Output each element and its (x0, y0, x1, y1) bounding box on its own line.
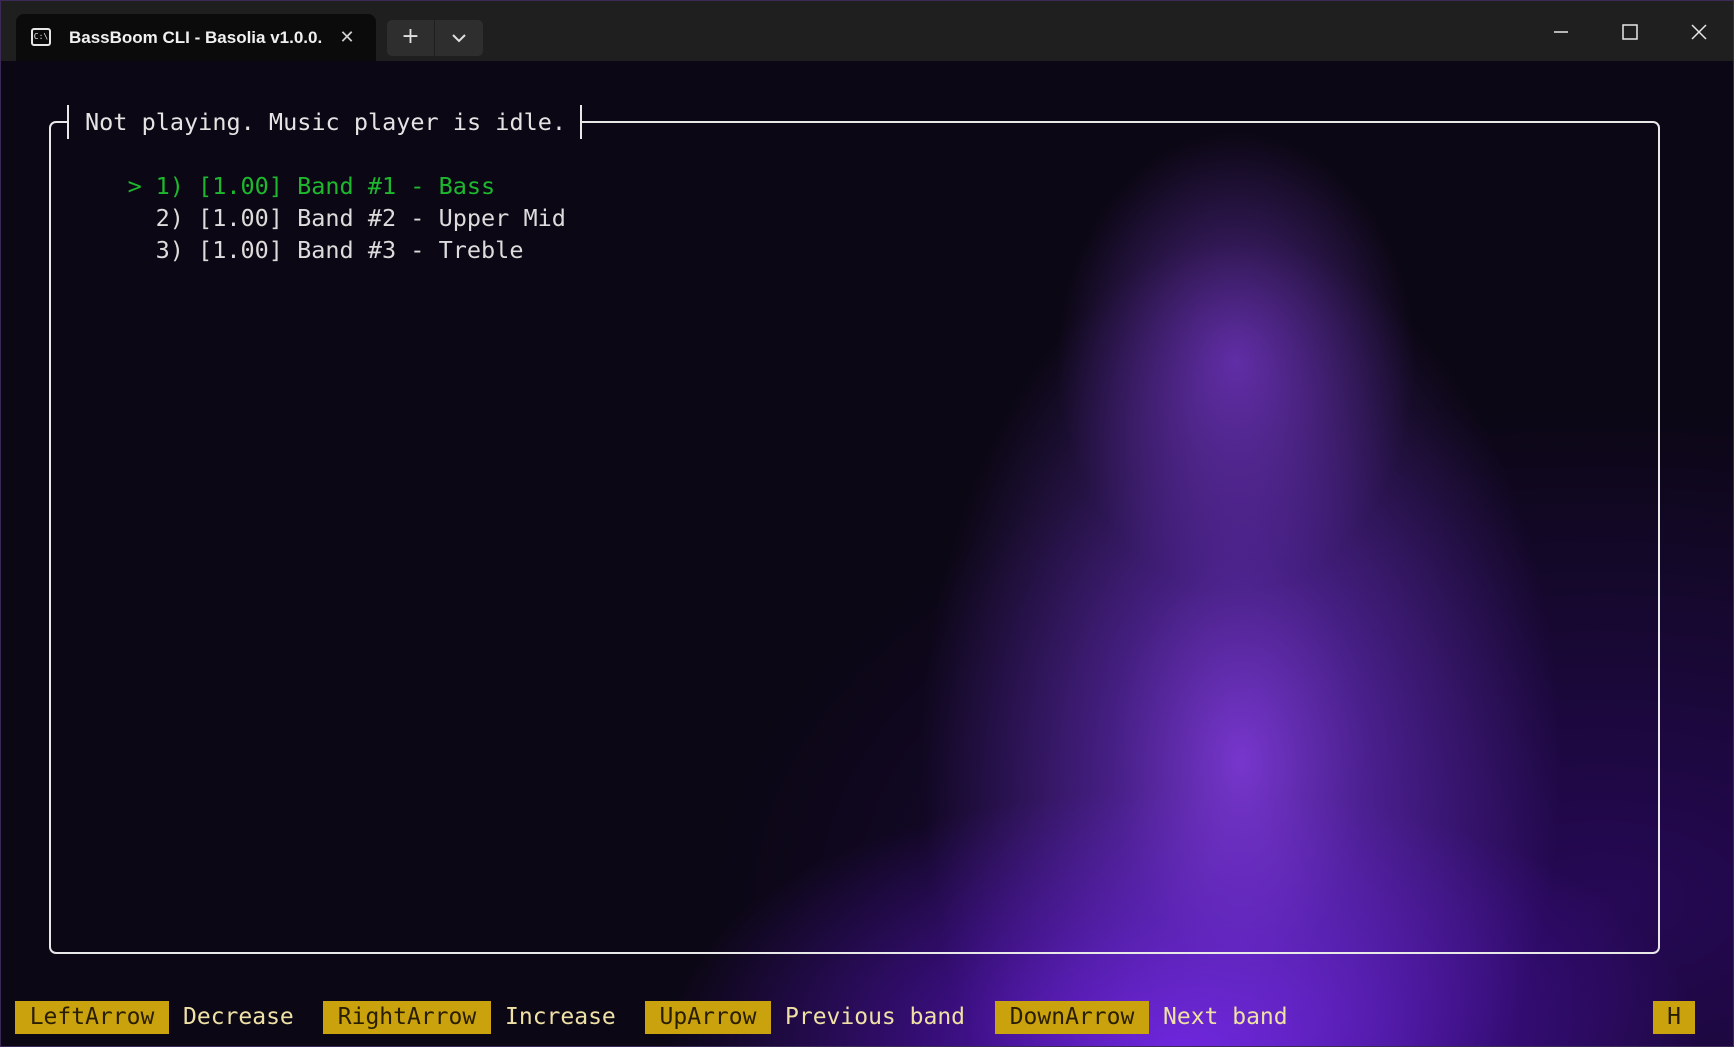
key-desc-next-band: Next band (1163, 1004, 1288, 1030)
terminal-icon: C:\ (31, 28, 51, 46)
key-up-arrow[interactable]: UpArrow (645, 1001, 771, 1034)
key-desc-increase: Increase (505, 1004, 616, 1030)
key-desc-previous-band: Previous band (785, 1004, 966, 1030)
key-help[interactable]: H (1653, 1001, 1695, 1034)
band-index: 3) (155, 236, 184, 264)
minimize-button[interactable] (1531, 9, 1591, 55)
band-label: Band #3 - Treble (297, 236, 524, 264)
close-tab-icon[interactable]: ✕ (334, 25, 360, 51)
key-down-arrow[interactable]: DownArrow (995, 1001, 1149, 1034)
keybinding-bar: LeftArrow Decrease RightArrow Increase U… (1, 1001, 1733, 1037)
player-status: Not playing. Music player is idle. (85, 108, 567, 136)
close-window-button[interactable] (1669, 9, 1729, 55)
close-icon (1691, 24, 1707, 40)
maximize-icon (1622, 24, 1638, 40)
tab-actions: + (387, 20, 483, 56)
key-left-arrow[interactable]: LeftArrow (15, 1001, 169, 1034)
frame-title-box: Not playing. Music player is idle. (67, 105, 583, 139)
tab-dropdown-button[interactable] (435, 20, 483, 56)
minimize-icon (1554, 31, 1568, 33)
new-tab-button[interactable]: + (387, 20, 435, 56)
band-row-3[interactable]: 3) [1.00] Band #3 - Treble (71, 202, 524, 298)
key-desc-decrease: Decrease (183, 1004, 294, 1030)
key-right-arrow[interactable]: RightArrow (323, 1001, 491, 1034)
tab-bassboom[interactable]: C:\ BassBoom CLI - Basolia v1.0.0. ✕ (16, 14, 376, 61)
band-value: [1.00] (198, 236, 283, 264)
terminal-window: C:\ BassBoom CLI - Basolia v1.0.0. ✕ + N… (0, 0, 1734, 1047)
tab-title: BassBoom CLI - Basolia v1.0.0. (69, 28, 323, 47)
chevron-down-icon (452, 34, 466, 43)
title-bar: C:\ BassBoom CLI - Basolia v1.0.0. ✕ + (1, 1, 1733, 61)
maximize-button[interactable] (1599, 9, 1659, 55)
